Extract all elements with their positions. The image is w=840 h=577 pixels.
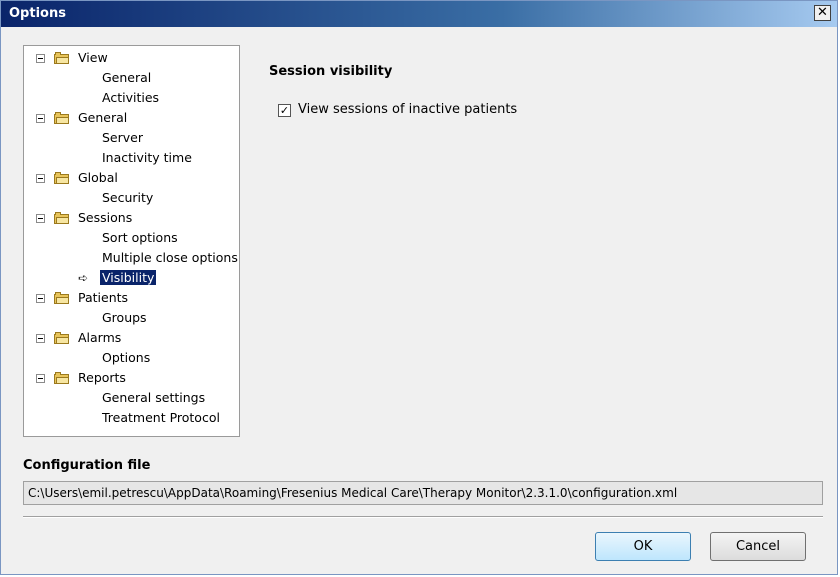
check-icon: ✓ [279,104,290,117]
cancel-button[interactable]: Cancel [710,532,806,561]
collapse-icon[interactable] [36,54,45,63]
collapse-icon[interactable] [36,334,45,343]
title-bar[interactable]: Options ✕ [1,1,837,27]
tree-item-label: Security [102,190,154,205]
tree-item-label: General settings [102,390,206,405]
tree-item-multiple-close-options[interactable]: Multiple close options [102,248,238,268]
tree-item-inactivity-time[interactable]: Inactivity time [102,148,192,168]
tree-item-label: Inactivity time [102,150,192,165]
collapse-icon[interactable] [36,294,45,303]
tree-item-general[interactable]: General [102,68,151,88]
tree-item-visibility[interactable]: ➪ Visibility [78,268,157,288]
tree-item-label: Server [102,130,143,145]
separator [23,516,823,518]
tree-item-label: Activities [102,90,160,105]
tree-item-label: Groups [102,310,147,325]
tree-group-label: General [78,110,128,125]
folder-icon [54,112,70,124]
tree-item-label: Options [102,350,151,365]
current-arrow-icon: ➪ [78,271,89,285]
tree-group-label: Reports [78,370,126,385]
tree-item-treatment-protocol[interactable]: Treatment Protocol [102,408,220,428]
folder-icon [54,372,70,384]
options-tree[interactable]: View General Activities General Server Inacti… [23,45,240,437]
tree-item-server[interactable]: Server [102,128,143,148]
folder-icon [54,52,70,64]
close-icon: ✕ [817,5,828,20]
ok-button[interactable]: OK [595,532,691,561]
tree-group-label: Global [78,170,118,185]
tree-item-label: Visibility [100,270,157,285]
folder-icon [54,292,70,304]
tree-item-general-settings[interactable]: General settings [102,388,205,408]
tree-item-label: Treatment Protocol [102,410,220,425]
tree-item-groups[interactable]: Groups [102,308,147,328]
inactive-sessions-label[interactable]: View sessions of inactive patients [298,102,517,117]
section-title: Session visibility [269,64,393,79]
collapse-icon[interactable] [36,374,45,383]
window-title: Options [9,6,66,21]
close-button[interactable]: ✕ [814,5,831,21]
tree-group-label: Patients [78,290,129,305]
folder-icon [54,332,70,344]
collapse-icon[interactable] [36,114,45,123]
options-dialog: Options ✕ View General Activities General Se… [0,0,838,575]
tree-item-options[interactable]: Options [102,348,150,368]
inactive-sessions-checkbox[interactable]: ✓ [278,104,291,117]
folder-icon [54,172,70,184]
config-file-title: Configuration file [23,458,151,473]
collapse-icon[interactable] [36,174,45,183]
tree-group-label: Sessions [78,210,133,225]
tree-group-label: View [78,50,108,65]
tree-item-label: Sort options [102,230,178,245]
tree-group-label: Alarms [78,330,122,345]
tree-item-label: Multiple close options [102,250,238,265]
config-file-path-field[interactable]: C:\Users\emil.petrescu\AppData\Roaming\F… [23,481,823,505]
tree-item-sort-options[interactable]: Sort options [102,228,178,248]
tree-item-activities[interactable]: Activities [102,88,159,108]
tree-item-security[interactable]: Security [102,188,153,208]
collapse-icon[interactable] [36,214,45,223]
tree-item-label: General [102,70,152,85]
folder-icon [54,212,70,224]
